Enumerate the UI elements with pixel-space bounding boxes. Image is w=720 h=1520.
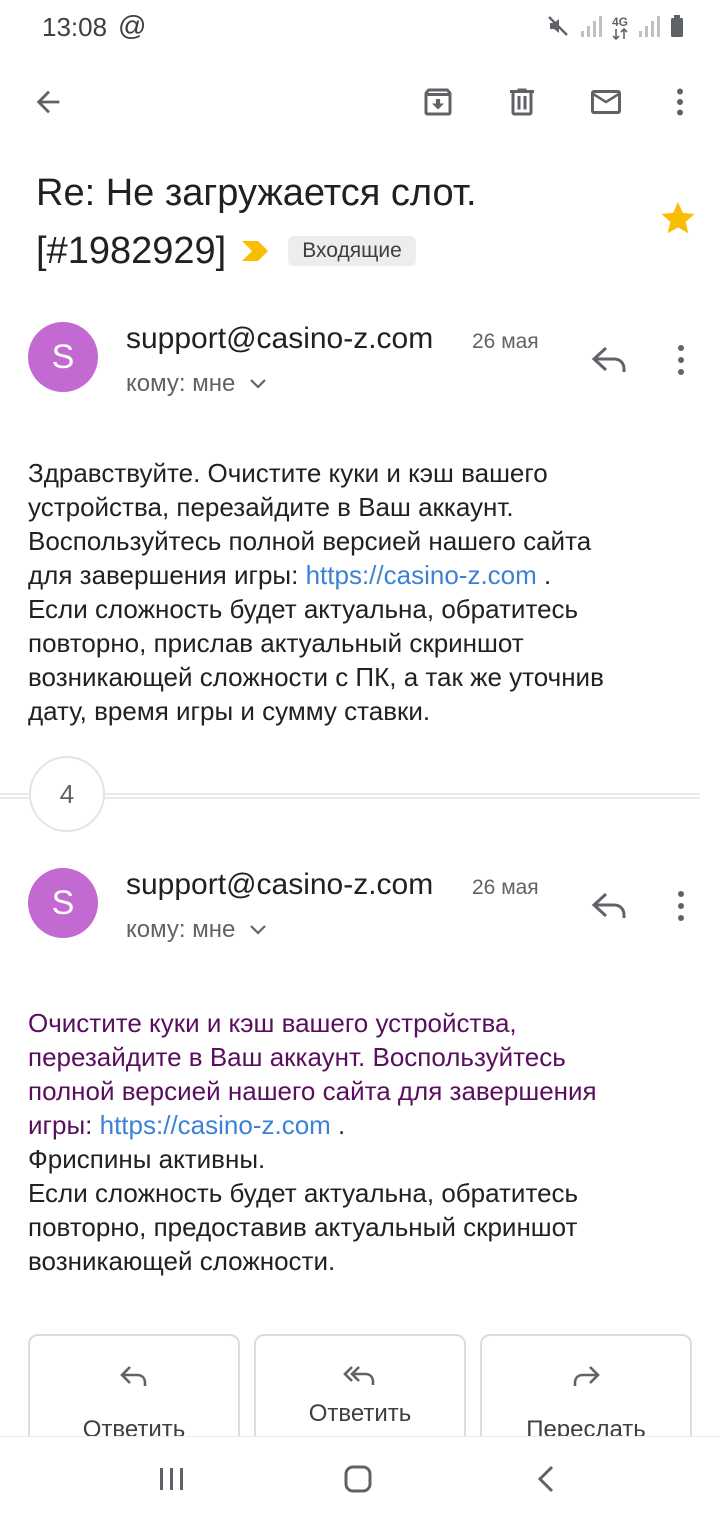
- back-icon[interactable]: [516, 1457, 576, 1501]
- delete-icon[interactable]: [500, 80, 544, 124]
- message-body: Очистите куки и кэш вашего устройства, п…: [28, 1006, 698, 1278]
- signal-icon: [580, 14, 602, 43]
- site-link[interactable]: https://casino-z.com: [306, 560, 537, 590]
- reply-all-icon: [256, 1364, 464, 1390]
- divider: [0, 793, 700, 795]
- body-line: Если сложность будет актуальна, обратите…: [28, 1178, 579, 1208]
- message-date: 26 мая: [472, 876, 539, 899]
- quoted-text: игры:: [28, 1110, 93, 1140]
- body-line: повторно, предоставив актуальный скриншо…: [28, 1212, 578, 1242]
- more-vert-icon[interactable]: [666, 340, 696, 380]
- network-type: 4G: [611, 14, 628, 29]
- reply-icon: [30, 1364, 238, 1390]
- recipient-label: кому: мне: [126, 916, 236, 943]
- ticket-number: [#1982929]: [36, 230, 227, 272]
- body-line: Воспользуйтесь полной версией нашего сай…: [28, 526, 592, 556]
- body-line: устройства, перезайдите в Ваш аккаунт.: [28, 492, 514, 522]
- chevron-down-icon: [250, 379, 267, 389]
- avatar[interactable]: S: [28, 868, 98, 938]
- subject: Re: Не загружается слот. [#1982929] Вход…: [36, 164, 636, 280]
- star-icon[interactable]: [658, 198, 698, 238]
- more-vert-icon[interactable]: [658, 80, 702, 124]
- sender-email: support@casino-z.com: [126, 322, 434, 355]
- body-line: возникающей сложности с ПК, а так же уто…: [28, 662, 604, 692]
- body-line-with-link: для завершения игры: https://casino-z.co…: [28, 558, 698, 592]
- body-line: Фриспины активны.: [28, 1144, 266, 1174]
- back-arrow-icon[interactable]: [26, 80, 70, 124]
- chevron-down-icon: [250, 925, 267, 935]
- avatar[interactable]: S: [28, 322, 98, 392]
- quoted-line: перезайдите в Ваш аккаунт. Воспользуйтес…: [28, 1042, 566, 1072]
- status-bar: 13:08 @ 4G: [0, 0, 720, 56]
- message-header[interactable]: S support@casino-z.com 26 мая кому: мне: [0, 322, 720, 422]
- reply-all-label: Ответить: [308, 1400, 412, 1427]
- body-text: для завершения игры:: [28, 560, 299, 590]
- home-icon[interactable]: [328, 1457, 388, 1501]
- subject-line-2: [#1982929] Входящие: [36, 222, 636, 280]
- collapsed-messages[interactable]: 4: [0, 756, 720, 834]
- status-icons: 4G: [546, 14, 684, 42]
- signal-icon: [638, 14, 660, 43]
- sender-email: support@casino-z.com: [126, 868, 434, 901]
- recipient-toggle[interactable]: кому: мне: [126, 916, 267, 944]
- archive-icon[interactable]: [416, 80, 460, 124]
- forward-icon: [482, 1364, 690, 1390]
- toolbar: [0, 66, 720, 138]
- recipient-label: кому: мне: [126, 370, 236, 397]
- at-symbol: @: [118, 10, 147, 41]
- quoted-line: полной версией нашего сайта для завершен…: [28, 1076, 597, 1106]
- site-link[interactable]: https://casino-z.com: [100, 1110, 331, 1140]
- label-inbox[interactable]: Входящие: [288, 236, 416, 266]
- quoted-text: .: [330, 1110, 346, 1140]
- more-vert-icon[interactable]: [666, 886, 696, 926]
- divider: [0, 797, 700, 799]
- recents-icon[interactable]: [142, 1457, 202, 1501]
- body-line: Здравствуйте. Очистите куки и кэш вашего: [28, 458, 548, 488]
- system-nav-bar: [0, 1436, 720, 1520]
- reply-icon[interactable]: [590, 888, 630, 924]
- body-line: дату, время игры и сумму ставки.: [28, 696, 431, 726]
- quoted-line-with-link: игры: https://casino-z.com .: [28, 1108, 698, 1142]
- data-icon: 4G: [611, 14, 628, 40]
- body-line: Если сложность будет актуальна, обратите…: [28, 594, 579, 624]
- battery-icon: [670, 14, 684, 43]
- message-body: Здравствуйте. Очистите куки и кэш вашего…: [28, 456, 698, 728]
- subject-line-1: Re: Не загружается слот.: [36, 172, 477, 214]
- mute-icon: [546, 14, 570, 43]
- message-header[interactable]: S support@casino-z.com 26 мая кому: мне: [0, 868, 720, 968]
- mark-unread-icon[interactable]: [584, 80, 628, 124]
- quoted-line: Очистите куки и кэш вашего устройства,: [28, 1008, 517, 1038]
- collapsed-count-badge[interactable]: 4: [29, 756, 105, 832]
- body-text: .: [536, 560, 552, 590]
- body-line: повторно, прислав актуальный скриншот: [28, 628, 524, 658]
- recipient-toggle[interactable]: кому: мне: [126, 370, 267, 398]
- reply-icon[interactable]: [590, 342, 630, 378]
- body-line: возникающей сложности.: [28, 1246, 336, 1276]
- message-date: 26 мая: [472, 330, 539, 353]
- status-time: 13:08: [42, 12, 108, 42]
- important-marker-icon[interactable]: [240, 222, 270, 280]
